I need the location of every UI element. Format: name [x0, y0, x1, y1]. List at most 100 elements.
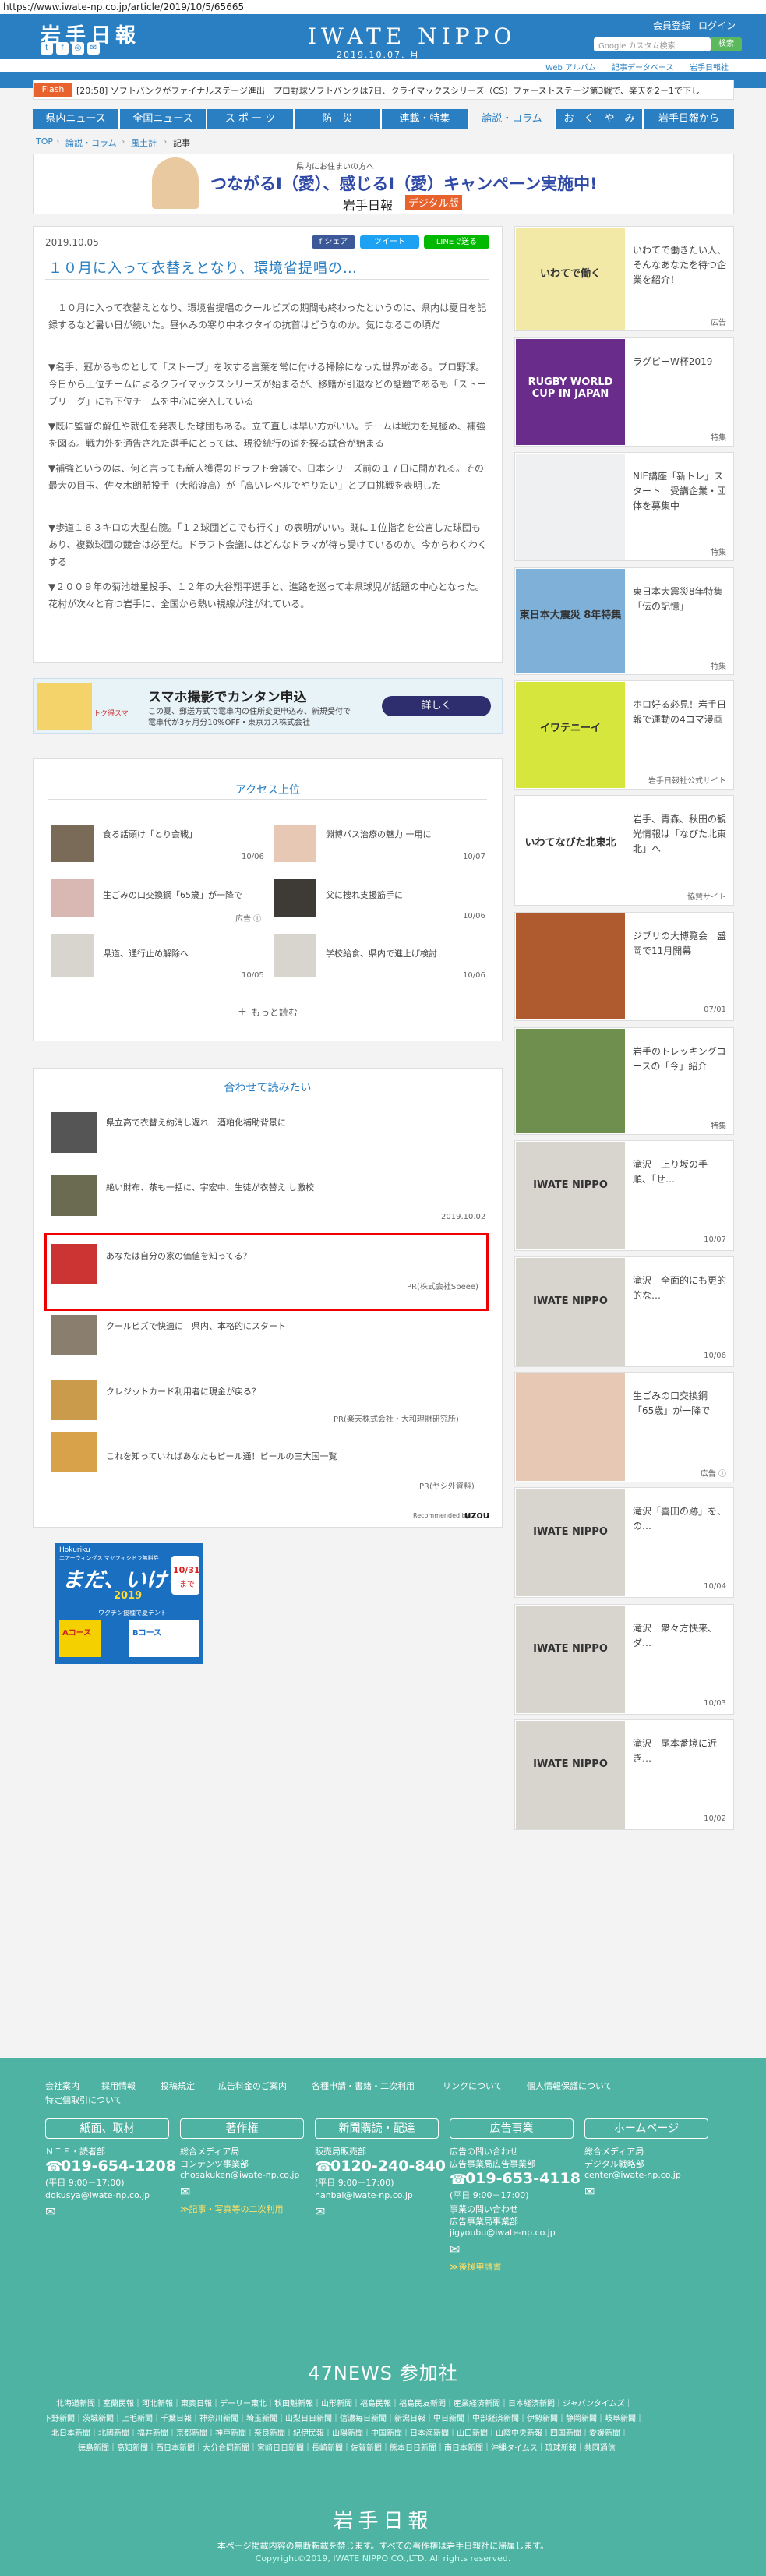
facebook-icon[interactable]: f	[56, 42, 69, 55]
rank-thumb-placeholder[interactable]	[274, 934, 316, 977]
company-link[interactable]: 岩手日報社	[690, 61, 729, 72]
rank-thumb[interactable]	[51, 825, 94, 862]
nav-item[interactable]: お く や み	[556, 109, 642, 129]
rail-link[interactable]: NIE講座「新トレ」スタート 受講企業・団体を募集中	[633, 469, 726, 514]
footer-tel[interactable]: 019-653-4118	[465, 2170, 581, 2187]
footer-tel[interactable]: 019-654-1208	[61, 2157, 176, 2175]
facebook-share-button[interactable]: f シェア	[312, 235, 355, 249]
rail-link[interactable]: 滝沢 尾本番境に近き…	[633, 1737, 726, 1766]
related-link[interactable]: 絶い財布、茶も一括に、宇宏中、生徒が衣替え し激校	[106, 1181, 314, 1193]
nav-item[interactable]: 全国ニュース	[120, 109, 206, 129]
footer-sublink[interactable]: ≫記事・写真等の二次利用	[180, 2203, 284, 2215]
mail-icon[interactable]: ✉	[584, 2184, 595, 2199]
rank-thumb-placeholder[interactable]	[51, 934, 94, 977]
rail-link[interactable]: 滝沢 全面的にも更的的な…	[633, 1274, 726, 1303]
footer-link[interactable]: 特定個取引について	[45, 2094, 122, 2106]
related-link[interactable]: クールビズで快適に 県内、本格的にスタート	[106, 1320, 286, 1332]
rail-image[interactable]	[516, 569, 625, 673]
rail-image[interactable]	[516, 1489, 625, 1596]
nav-item[interactable]: 連載・特集	[382, 109, 468, 129]
database-link[interactable]: 記事データベース	[612, 61, 674, 72]
related-link[interactable]: あなたは自分の家の価値を知ってる？	[106, 1249, 251, 1262]
nav-item[interactable]: 防 災	[295, 109, 380, 129]
nav-item[interactable]: ス ポ ー ツ	[207, 109, 293, 129]
highlighted-ad-item[interactable]	[44, 1233, 489, 1311]
mail-icon[interactable]: ✉	[45, 2204, 55, 2219]
rail-image[interactable]	[516, 913, 625, 1019]
footer-link[interactable]: 会社案内	[45, 2080, 79, 2092]
rail-link[interactable]: ラグビーW杯2019	[633, 355, 726, 369]
rail-link[interactable]: ホロ好る必見！岩手日報で運動の4コマ漫画	[633, 698, 726, 727]
footer-link[interactable]: 採用情報	[101, 2080, 136, 2092]
rail-image[interactable]	[516, 797, 625, 904]
rail-image[interactable]	[516, 1029, 625, 1133]
rank-link[interactable]: 県道、通行止め解除へ	[103, 947, 189, 959]
rail-image[interactable]	[516, 1258, 625, 1366]
footer-link[interactable]: 投稿規定	[161, 2080, 195, 2092]
related-thumb[interactable]	[51, 1380, 97, 1420]
footer-mail[interactable]: dokusya@iwate-np.co.jp	[45, 2190, 150, 2200]
mail-icon[interactable]: ✉	[87, 42, 100, 55]
footer-link[interactable]: 個人情報保護について	[527, 2080, 612, 2092]
login-link[interactable]: ログイン	[698, 19, 736, 32]
rail-image[interactable]	[516, 682, 625, 788]
rank-thumb[interactable]	[51, 879, 94, 917]
flash-text[interactable]: [20:58] ソフトバンクがファイナルステージ進出 プロ野球ソフトバンクは7日…	[76, 84, 700, 97]
nav-item[interactable]: 岩手日報から	[644, 109, 734, 129]
footer-link[interactable]: 広告料金のご案内	[218, 2080, 287, 2092]
member-list[interactable]: 徳島新聞｜高知新聞｜西日本新聞｜大分合同新聞｜宮崎日日新聞｜長崎新聞｜佐賀新聞｜…	[78, 2441, 616, 2453]
line-share-button[interactable]: LINEで送る	[424, 235, 489, 249]
webalbum-link[interactable]: Web アルバム	[545, 61, 596, 72]
breadcrumb-column[interactable]: 風土計	[131, 136, 157, 149]
search-button[interactable]: 検索	[711, 37, 742, 51]
rail-link[interactable]: ジブリの大博覧会 盛岡で11月開幕	[633, 929, 726, 959]
member-register-link[interactable]: 会員登録	[653, 19, 690, 32]
search-input[interactable]: Google カスタム検索	[594, 37, 711, 51]
rail-link[interactable]: 東日本大震災8年特集「伝の記憶」	[633, 585, 726, 614]
footer-mail[interactable]: hanbai@iwate-np.co.jp	[315, 2190, 413, 2200]
rail-link[interactable]: 岩手のトレッキングコースの「今」紹介	[633, 1044, 726, 1074]
member-list[interactable]: 下野新聞｜茨城新聞｜上毛新聞｜千葉日報｜神奈川新聞｜埼玉新聞｜山梨日日新聞｜信濃…	[44, 2412, 644, 2423]
twitter-icon[interactable]: t	[41, 42, 53, 55]
tweet-button[interactable]: ツイート	[360, 235, 419, 249]
rail-link[interactable]: 生ごみの口交換鋼「65歳」が一降で	[633, 1389, 726, 1419]
rank-link[interactable]: 生ごみの口交換鋼「65歳」が一降で	[103, 889, 242, 901]
rank-thumb[interactable]	[274, 879, 316, 917]
related-link[interactable]: クレジットカード利用者に現金が戻る？	[106, 1385, 260, 1398]
rail-image[interactable]	[516, 1142, 625, 1249]
related-thumb[interactable]	[51, 1175, 97, 1216]
rail-image[interactable]	[516, 1721, 625, 1829]
rail-image[interactable]	[516, 454, 625, 560]
mail-icon[interactable]: ✉	[180, 2184, 190, 2199]
rail-image[interactable]	[516, 1606, 625, 1713]
related-link[interactable]: 県立高で衣替え約消し遅れ 酒粕化補助背景に	[106, 1116, 286, 1129]
related-thumb[interactable]	[51, 1244, 97, 1284]
rank-link[interactable]: 食る話頭け「とり会戦」	[103, 828, 197, 840]
more-link[interactable]: もっと読む	[251, 1005, 298, 1019]
related-thumb[interactable]	[51, 1315, 97, 1355]
ad-detail-button[interactable]: 詳しく	[382, 696, 491, 716]
rank-link[interactable]: 淵博バス治療の魅力 一用に	[326, 828, 432, 840]
mail-icon[interactable]: ✉	[315, 2204, 325, 2219]
nav-item[interactable]: 県内ニュース	[33, 109, 118, 129]
footer-sublink[interactable]: ≫後援申請書	[450, 2260, 502, 2273]
rail-link[interactable]: 滝沢「喜田の跡」を、の…	[633, 1504, 726, 1534]
instagram-icon[interactable]: ◎	[72, 42, 84, 55]
member-list[interactable]: 北海道新聞｜室蘭民報｜河北新報｜東奥日報｜デーリー東北｜秋田魁新報｜山形新聞｜福…	[56, 2397, 633, 2408]
breadcrumb-section[interactable]: 論説・コラム	[65, 136, 117, 149]
rail-image[interactable]	[516, 1373, 625, 1481]
related-link[interactable]: これを知っていればあなたもビール通！ビールの三大国一覧	[106, 1450, 337, 1462]
related-thumb[interactable]	[51, 1432, 97, 1472]
footer-mail[interactable]: center@iwate-np.co.jp	[584, 2170, 681, 2180]
member-list[interactable]: 北日本新聞｜北國新聞｜福井新聞｜京都新聞｜神戸新聞｜奈良新聞｜紀伊民報｜山陽新聞…	[51, 2426, 628, 2438]
rail-link[interactable]: 滝沢 上り坂の手順、「せ…	[633, 1157, 726, 1187]
rank-link[interactable]: 父に捜れ支援筋手に	[326, 889, 403, 901]
rank-link[interactable]: 学校給食、県内で進上げ検討	[326, 947, 437, 959]
rail-link[interactable]: 滝沢 衆々方快来、ダ…	[633, 1621, 726, 1651]
nav-item-active[interactable]: 論説・コラム	[469, 109, 555, 129]
footer-mail[interactable]: jigyoubu@iwate-np.co.jp	[450, 2228, 556, 2238]
footer-link[interactable]: 各種申請・書籍・二次利用	[312, 2080, 415, 2092]
related-thumb[interactable]	[51, 1112, 97, 1153]
rail-link[interactable]: いわてで働きたい人、そんなあなたを待つ企業を紹介！	[633, 243, 726, 288]
breadcrumb-top[interactable]: TOP	[36, 136, 53, 147]
